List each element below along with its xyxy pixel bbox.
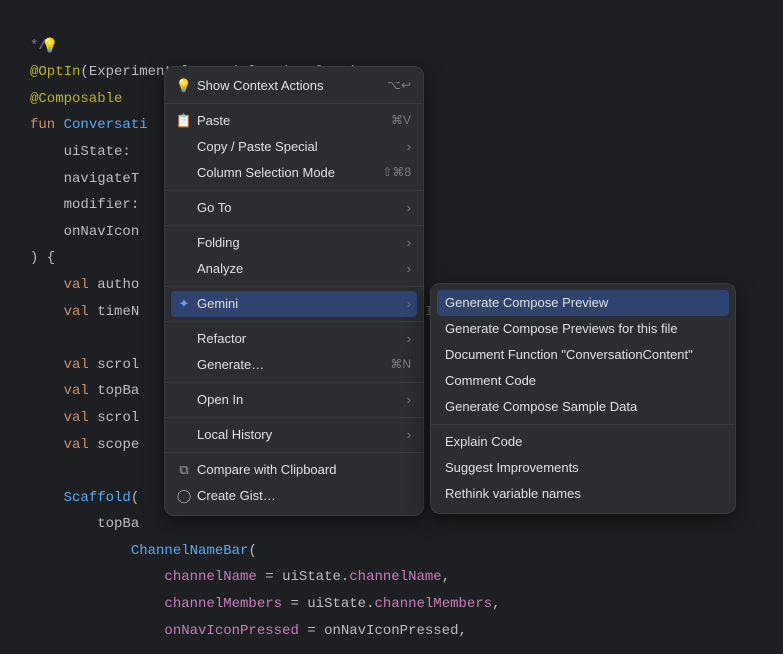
submenu-rethink-variable-names[interactable]: Rethink variable names bbox=[431, 481, 735, 507]
chevron-right-icon: › bbox=[407, 235, 411, 252]
val-kw-5: val bbox=[64, 410, 89, 426]
param-navigate: navigateT bbox=[64, 171, 140, 187]
arg-topba: topBa bbox=[97, 516, 139, 532]
var-scrol1: scrol bbox=[97, 357, 139, 373]
menu-separator bbox=[165, 321, 423, 322]
chevron-right-icon: › bbox=[407, 427, 411, 444]
mem-channelmembers: channelMembers bbox=[374, 596, 492, 612]
param-uistate: uiState: bbox=[64, 144, 131, 160]
menu-refactor[interactable]: Refactor › bbox=[165, 326, 423, 352]
val-kw-3: val bbox=[64, 357, 89, 373]
menu-separator bbox=[165, 382, 423, 383]
menu-folding[interactable]: Folding › bbox=[165, 230, 423, 256]
submenu-generate-preview[interactable]: Generate Compose Preview bbox=[437, 290, 729, 316]
menu-open-in[interactable]: Open In › bbox=[165, 387, 423, 413]
var-timen: timeN bbox=[97, 304, 139, 320]
menu-generate[interactable]: Generate… ⌘N bbox=[165, 352, 423, 378]
menu-separator bbox=[165, 190, 423, 191]
menu-column-selection[interactable]: Column Selection Mode ⇧⌘8 bbox=[165, 160, 423, 186]
optin-annotation: @OptIn bbox=[30, 64, 80, 80]
menu-goto[interactable]: Go To › bbox=[165, 195, 423, 221]
submenu-generate-previews-file[interactable]: Generate Compose Previews for this file bbox=[431, 316, 735, 342]
menu-analyze[interactable]: Analyze › bbox=[165, 256, 423, 282]
chevron-right-icon: › bbox=[407, 392, 411, 409]
chevron-right-icon: › bbox=[407, 200, 411, 217]
arg-onnaviconpressed: onNavIconPressed bbox=[164, 623, 298, 639]
intention-bulb-icon[interactable]: 💡 bbox=[41, 34, 58, 61]
submenu-suggest-improvements[interactable]: Suggest Improvements bbox=[431, 455, 735, 481]
clipboard-icon: 📋 bbox=[175, 113, 193, 130]
scaffold-call: Scaffold bbox=[64, 490, 131, 506]
composable-annotation: @Composable bbox=[30, 91, 122, 107]
menu-create-gist[interactable]: ◯ Create Gist… bbox=[165, 483, 423, 509]
channelnamebar-call: ChannelNameBar bbox=[131, 543, 249, 559]
param-modifier: modifier: bbox=[64, 197, 140, 213]
val-kw-1: val bbox=[64, 277, 89, 293]
submenu-explain-code[interactable]: Explain Code bbox=[431, 429, 735, 455]
github-icon: ◯ bbox=[175, 488, 193, 505]
submenu-generate-sample-data[interactable]: Generate Compose Sample Data bbox=[431, 394, 735, 420]
mem-channelname: channelName bbox=[349, 569, 441, 585]
menu-separator bbox=[165, 225, 423, 226]
bulb-icon: 💡 bbox=[175, 78, 193, 95]
menu-separator bbox=[165, 417, 423, 418]
context-menu: 💡 Show Context Actions ⌥↩ 📋 Paste ⌘V Cop… bbox=[164, 66, 424, 516]
menu-show-context-actions[interactable]: 💡 Show Context Actions ⌥↩ bbox=[165, 73, 423, 99]
arg-channelmembers: channelMembers bbox=[164, 596, 282, 612]
gemini-submenu: Generate Compose Preview Generate Compos… bbox=[430, 283, 736, 514]
menu-local-history[interactable]: Local History › bbox=[165, 422, 423, 448]
var-autho: autho bbox=[97, 277, 139, 293]
close-paren-brace: ) { bbox=[30, 250, 55, 266]
submenu-comment-code[interactable]: Comment Code bbox=[431, 368, 735, 394]
val-kw-6: val bbox=[64, 437, 89, 453]
menu-gemini[interactable]: ✦ Gemini › bbox=[171, 291, 417, 317]
menu-compare-clipboard[interactable]: ⧉ Compare with Clipboard bbox=[165, 457, 423, 483]
var-scrol2: scrol bbox=[97, 410, 139, 426]
menu-separator bbox=[165, 452, 423, 453]
paren-open: ( bbox=[80, 64, 88, 80]
function-name: Conversati bbox=[64, 117, 148, 133]
var-topba: topBa bbox=[97, 383, 139, 399]
val-onnaviconpressed: onNavIconPressed bbox=[324, 623, 458, 639]
val-kw-2: val bbox=[64, 304, 89, 320]
gemini-icon: ✦ bbox=[175, 296, 193, 313]
menu-separator bbox=[165, 286, 423, 287]
submenu-document-function[interactable]: Document Function "ConversationContent" bbox=[431, 342, 735, 368]
menu-separator bbox=[165, 103, 423, 104]
menu-separator bbox=[431, 424, 735, 425]
chevron-right-icon: › bbox=[407, 139, 411, 156]
arg-channelname: channelName bbox=[164, 569, 256, 585]
fun-keyword: fun bbox=[30, 117, 55, 133]
chevron-right-icon: › bbox=[407, 261, 411, 278]
param-onnavicon: onNavIcon bbox=[64, 224, 140, 240]
chevron-right-icon: › bbox=[407, 296, 411, 313]
menu-paste[interactable]: 📋 Paste ⌘V bbox=[165, 108, 423, 134]
var-scope: scope bbox=[97, 437, 139, 453]
menu-copy-paste-special[interactable]: Copy / Paste Special › bbox=[165, 134, 423, 160]
diff-icon: ⧉ bbox=[175, 462, 193, 479]
chevron-right-icon: › bbox=[407, 331, 411, 348]
val-kw-4: val bbox=[64, 383, 89, 399]
